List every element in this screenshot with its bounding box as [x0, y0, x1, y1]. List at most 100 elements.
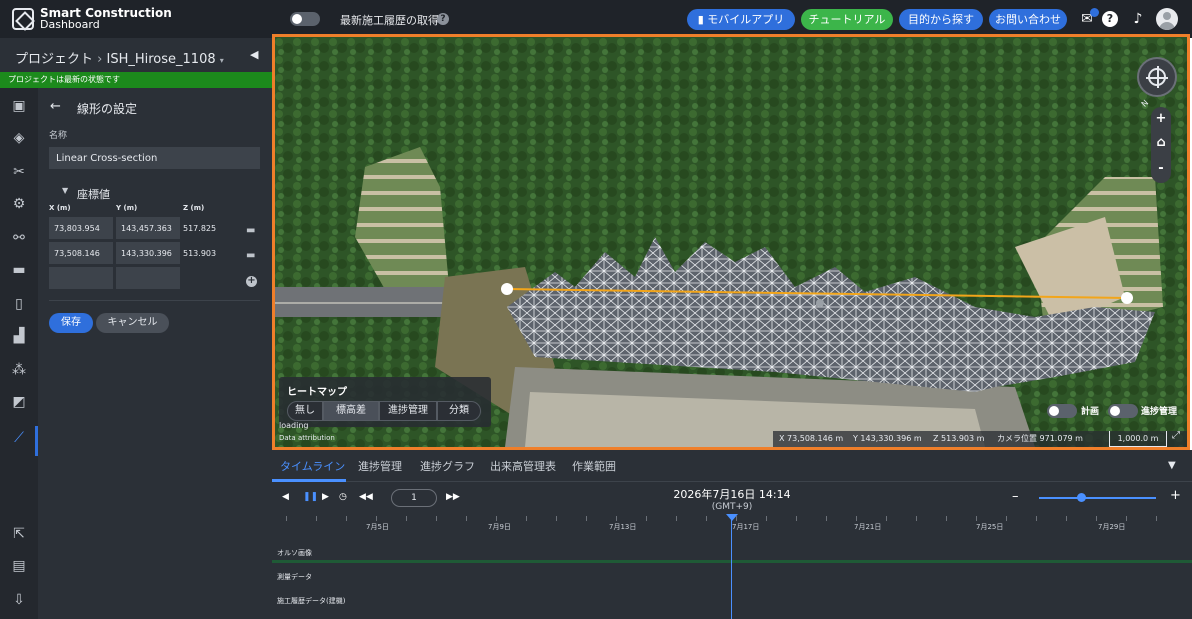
coordinate-readout: X 73,508.146 m Y 143,330.396 m Z 513.903…	[773, 431, 1187, 447]
row2-trash-icon[interactable]: ▬	[246, 250, 256, 261]
compass-control[interactable]	[1137, 57, 1177, 97]
tab-timeline[interactable]: タイムライン	[280, 458, 345, 474]
document-icon[interactable]: ▤	[9, 556, 29, 576]
play-icon[interactable]: ▶	[322, 492, 329, 502]
name-input[interactable]	[49, 147, 260, 169]
breadcrumb-root[interactable]: プロジェクト	[15, 52, 93, 67]
timeline-zoom-knob[interactable]	[1077, 493, 1086, 502]
speed-input[interactable]: 1	[391, 489, 437, 507]
plan-toggle[interactable]	[1047, 404, 1077, 418]
row1-z-value: 517.825	[183, 224, 217, 233]
timeline-zoom-slider[interactable]	[1039, 497, 1156, 499]
heatmap-title: ヒートマップ	[287, 387, 347, 398]
heatmap-option-progress[interactable]: 進捗管理	[379, 401, 437, 421]
tick	[346, 516, 347, 521]
tab-volume-table[interactable]: 出来高管理表	[490, 458, 556, 474]
contact-button[interactable]: お問い合わせ	[989, 9, 1067, 30]
home-icon[interactable]: ⌂	[1151, 133, 1171, 153]
user-avatar[interactable]	[1156, 8, 1178, 30]
line-end-point[interactable]	[1121, 292, 1133, 304]
tab-progress[interactable]: 進捗管理	[358, 458, 402, 474]
cancel-button[interactable]: キャンセル	[96, 313, 169, 333]
row1-x-input[interactable]	[49, 217, 113, 239]
slower-icon[interactable]: ◀◀	[359, 492, 373, 502]
tools-icon[interactable]: ✂	[9, 162, 29, 182]
row3-x-input[interactable]	[49, 267, 113, 289]
find-by-purpose-button[interactable]: 目的から探す	[899, 9, 983, 30]
faster-icon[interactable]: ▶▶	[446, 492, 460, 502]
progress-toggle[interactable]	[1108, 404, 1138, 418]
back-arrow-icon[interactable]: ←	[50, 99, 61, 114]
bell-icon[interactable]: ♪	[1129, 10, 1147, 28]
timeline-row-machine-history[interactable]: 施工履歴データ(建機)	[272, 588, 1192, 612]
mobile-app-button[interactable]: ▮ モバイルアプリ	[687, 9, 795, 30]
fullscreen-icon[interactable]: ⤢	[1172, 430, 1180, 441]
add-row-icon[interactable]: +	[246, 276, 257, 287]
camera-height: カメラ位置 971.079 m	[997, 434, 1083, 443]
heatmap-option-classification[interactable]: 分類	[437, 401, 481, 421]
tick	[1036, 516, 1037, 521]
app-logo[interactable]: Smart Construction Dashboard	[12, 7, 172, 31]
breadcrumb[interactable]: プロジェクト › ISH_Hirose_1108 ▾	[15, 48, 224, 67]
coords-title[interactable]: 座標値	[77, 186, 110, 202]
line-chart-icon[interactable]: ⟋	[9, 428, 29, 448]
mobile-icon: ▮	[697, 13, 708, 26]
pause-icon[interactable]: ❚❚	[303, 492, 318, 502]
collapse-panel-icon[interactable]: ◀	[250, 48, 258, 61]
history-toggle[interactable]	[290, 12, 320, 26]
step-back-icon[interactable]: ◀	[282, 492, 289, 502]
zoom-in-button[interactable]: +	[1151, 109, 1171, 129]
zoom-out-button[interactable]: -	[1151, 159, 1171, 179]
save-button[interactable]: 保存	[49, 313, 93, 333]
coords-collapse-icon[interactable]: ▼	[62, 186, 68, 195]
stack-icon[interactable]: ◈	[9, 128, 29, 148]
tab-work-area[interactable]: 作業範囲	[572, 458, 616, 474]
history-help-icon[interactable]: ?	[437, 13, 449, 25]
gear-icon[interactable]: ⚙	[9, 194, 29, 214]
date-label: 7月5日	[366, 523, 389, 531]
date-label: 7月13日	[609, 523, 637, 531]
download-document-icon[interactable]: ⇩	[9, 590, 29, 610]
timeline-row-survey[interactable]: 測量データ	[272, 564, 1192, 588]
machinery-icon[interactable]: ▟	[9, 326, 29, 346]
tutorial-button[interactable]: チュートリアル	[801, 9, 893, 30]
timeline-zoom-out[interactable]: –	[1012, 489, 1019, 504]
mobile-device-icon[interactable]: ▯	[9, 294, 29, 314]
line-midpoint[interactable]	[816, 299, 824, 307]
folder-icon[interactable]: ▬	[9, 260, 29, 280]
timeline-zoom-in[interactable]: +	[1170, 488, 1181, 503]
tick	[796, 516, 797, 521]
row2-x-input[interactable]	[49, 242, 113, 264]
paint-bucket-icon[interactable]: ◩	[9, 392, 29, 412]
binoculars-icon[interactable]: ⚯	[9, 228, 29, 248]
timeline-cursor[interactable]	[731, 516, 732, 619]
timeline-cursor-handle[interactable]	[726, 514, 738, 521]
project-status-bar: プロジェクトは最新の状態です	[0, 72, 272, 88]
row3-y-input[interactable]	[116, 267, 180, 289]
tick	[916, 516, 917, 521]
tick	[856, 516, 857, 521]
timeline-collapse-icon[interactable]: ▼	[1168, 460, 1176, 471]
scale-bar: 1,000.0 m	[1109, 431, 1167, 447]
breadcrumb-project[interactable]: ISH_Hirose_1108	[107, 52, 216, 67]
row1-y-input[interactable]	[116, 217, 180, 239]
row1-trash-icon[interactable]: ▬	[246, 225, 256, 236]
help-icon[interactable]: ?	[1102, 11, 1118, 27]
line-start-point[interactable]	[501, 283, 513, 295]
date-label: 7月21日	[854, 523, 882, 531]
clock-icon[interactable]: ◷	[339, 492, 347, 502]
data-attribution-link[interactable]: Data attribution	[279, 434, 335, 442]
history-toggle-label: 最新施工履歴の取得	[340, 14, 439, 27]
map-viewport[interactable]: N + ⌂ - ヒートマップ 無し 標高差 進捗管理 分類 loading Da…	[272, 34, 1190, 450]
tick	[886, 516, 887, 521]
tab-progress-graph[interactable]: 進捗グラフ	[420, 458, 475, 474]
cluster-icon[interactable]: ⁂	[9, 360, 29, 380]
timeline-row-ortho[interactable]: オルソ画像	[272, 540, 1192, 564]
layers-image-icon[interactable]: ▣	[9, 96, 29, 116]
external-link-icon[interactable]: ⇱	[9, 524, 29, 544]
timeline-tabs: タイムライン 進捗管理 進捗グラフ 出来高管理表 作業範囲 ▼	[272, 450, 1192, 482]
heatmap-option-elevation[interactable]: 標高差	[323, 401, 379, 421]
heatmap-option-none[interactable]: 無し	[287, 401, 323, 421]
row2-y-input[interactable]	[116, 242, 180, 264]
project-dropdown-icon[interactable]: ▾	[220, 56, 224, 65]
